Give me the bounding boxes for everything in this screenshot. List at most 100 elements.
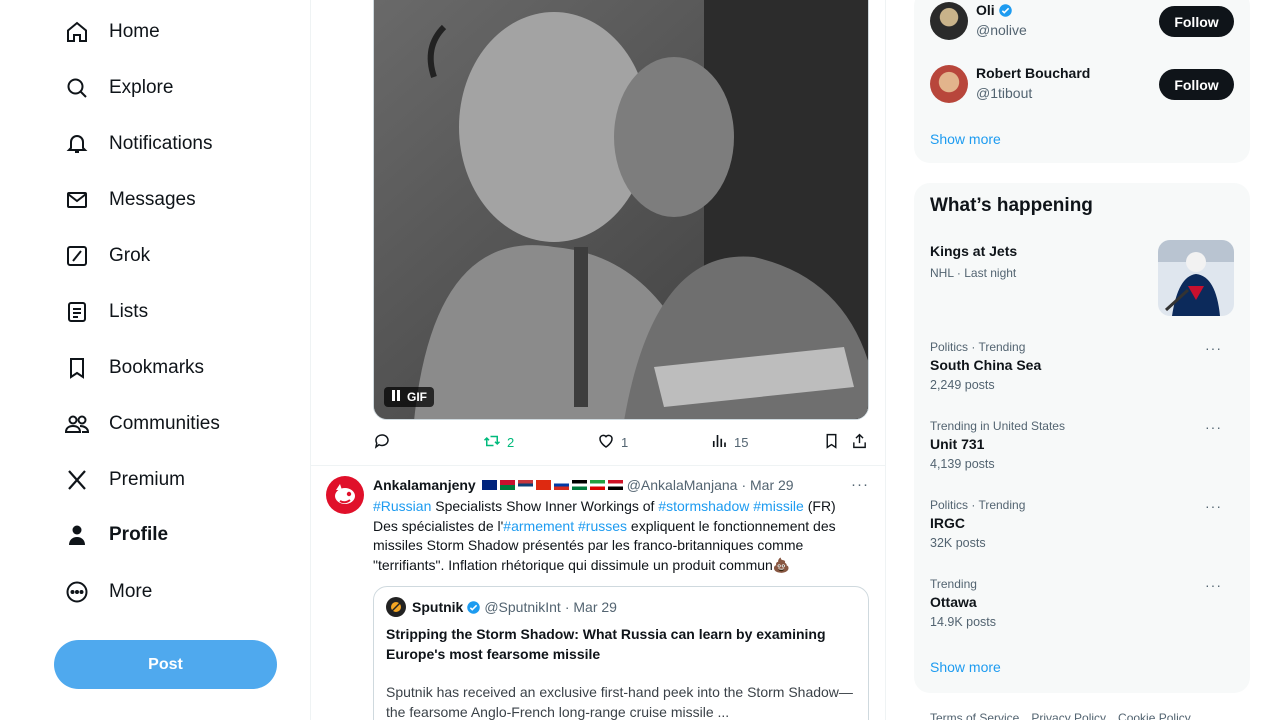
nav-lists[interactable]: Lists	[64, 290, 148, 334]
hashtag-link[interactable]: #Russian	[373, 498, 431, 514]
nav-premium[interactable]: Premium	[64, 458, 185, 502]
post-date[interactable]: · Mar 29	[741, 477, 793, 493]
trend-title: South China Sea	[930, 357, 1042, 373]
trend-count: 4,139 posts	[930, 457, 995, 471]
hashtag-link[interactable]: #russes	[578, 518, 627, 534]
flag-icons	[481, 480, 623, 490]
nav-explore[interactable]: Explore	[64, 66, 173, 110]
bird-logo-icon	[335, 484, 355, 504]
people-icon	[64, 411, 90, 437]
follow-button[interactable]: Follow	[1159, 69, 1234, 100]
nav-communities-label: Communities	[109, 413, 220, 434]
views-button[interactable]: 15	[710, 432, 748, 453]
share-button[interactable]	[851, 432, 868, 453]
nav-profile[interactable]: Profile	[64, 513, 168, 557]
trend-count: 2,249 posts	[930, 378, 995, 392]
pause-icon	[391, 390, 401, 404]
user-name[interactable]: Oli	[976, 2, 995, 18]
quoted-tweet[interactable]: Sputnik @SputnikInt · Mar 29 Stripping t…	[373, 586, 869, 720]
nav-lists-label: Lists	[109, 301, 149, 322]
user-handle[interactable]: @nolive	[976, 22, 1027, 38]
suggested-user[interactable]: Robert Bouchard @1tibout Follow	[930, 65, 1234, 111]
post-button[interactable]: Post	[54, 640, 277, 689]
like-button[interactable]: 1	[597, 432, 628, 453]
nav-premium-label: Premium	[109, 469, 186, 490]
tweet-text: #Russian Specialists Show Inner Workings…	[373, 497, 873, 575]
more-options-icon[interactable]: ···	[1205, 340, 1222, 356]
footer-link[interactable]: Privacy Policy	[1031, 711, 1106, 720]
reply-button[interactable]	[373, 432, 397, 453]
trend-item[interactable]: Politics · Trending IRGC 32K posts ···	[930, 498, 1234, 550]
nav-communities[interactable]: Communities	[64, 402, 220, 446]
nav-explore-label: Explore	[109, 77, 174, 98]
sputnik-logo-icon	[391, 602, 401, 612]
left-navigation: Home Explore Notifications Messages Grok…	[0, 0, 311, 720]
avatar[interactable]	[930, 2, 968, 40]
show-more-link[interactable]: Show more	[930, 131, 1001, 147]
hashtag-link[interactable]: #armement	[503, 518, 574, 534]
trend-context: Trending in United States	[930, 419, 1065, 433]
avatar[interactable]	[930, 65, 968, 103]
follow-button[interactable]: Follow	[1159, 6, 1234, 37]
author-name[interactable]: Ankalamanjeny	[373, 477, 476, 493]
show-more-link[interactable]: Show more	[930, 659, 1001, 675]
quote-title: Stripping the Storm Shadow: What Russia …	[386, 626, 826, 662]
hashtag-link[interactable]: #stormshadow	[658, 498, 749, 514]
post-actions: 2 1 15	[373, 432, 869, 454]
views-count: 15	[734, 435, 749, 450]
nav-profile-label: Profile	[109, 524, 169, 545]
views-icon	[710, 432, 728, 453]
user-name[interactable]: Robert Bouchard	[976, 65, 1090, 81]
person-icon	[64, 522, 90, 548]
author-handle[interactable]: @AnkalaManjana	[627, 477, 738, 493]
nav-more[interactable]: More	[64, 570, 152, 614]
repost-icon	[483, 432, 501, 453]
footer-link[interactable]: Cookie Policy	[1118, 711, 1191, 720]
quote-author-name[interactable]: Sputnik	[412, 599, 463, 615]
trend-count: 14.9K posts	[930, 615, 997, 629]
nav-home[interactable]: Home	[64, 10, 160, 54]
more-circle-icon	[64, 579, 90, 605]
text-run: Specialists Show Inner Workings of	[431, 498, 659, 514]
flag-icon	[607, 480, 623, 490]
trend-item[interactable]: Trending Ottawa 14.9K posts ···	[930, 577, 1234, 629]
trend-item[interactable]: Politics · Trending South China Sea 2,24…	[930, 340, 1234, 392]
suggested-user[interactable]: Oli @nolive Follow	[930, 2, 1234, 48]
gif-media[interactable]: GIF	[373, 0, 869, 420]
bookmark-icon	[64, 355, 90, 381]
grok-icon	[64, 243, 90, 269]
who-to-follow: Oli @nolive Follow Robert Bouchard @1tib…	[914, 0, 1250, 163]
more-options-icon[interactable]: ···	[1205, 498, 1222, 514]
like-count: 1	[621, 435, 629, 450]
hashtag-link[interactable]: #missile	[753, 498, 804, 514]
repost-button[interactable]: 2	[483, 432, 514, 453]
repost-count: 2	[507, 435, 515, 450]
nav-messages[interactable]: Messages	[64, 178, 196, 222]
flag-icon	[589, 480, 605, 490]
tweet[interactable]: Ankalamanjeny @AnkalaManjana · Mar 29 ··…	[311, 466, 885, 720]
bookmark-button[interactable]	[823, 432, 840, 453]
avatar[interactable]	[326, 476, 364, 514]
text-run: Des spécialistes de l'	[373, 517, 504, 534]
more-options-icon[interactable]: ···	[1205, 419, 1222, 435]
quote-author-handle[interactable]: @SputnikInt	[484, 599, 560, 615]
bookmark-icon	[823, 432, 840, 453]
flag-icon	[535, 480, 551, 490]
nav-notifications[interactable]: Notifications	[64, 122, 213, 166]
nav-grok[interactable]: Grok	[64, 234, 150, 278]
gif-image	[374, 0, 868, 419]
timeline: GIF 2 1 15 Ankalamanjeny @AnkalaManjana …	[311, 0, 886, 720]
user-handle[interactable]: @1tibout	[976, 85, 1032, 101]
nav-messages-label: Messages	[109, 189, 196, 210]
more-options-icon[interactable]: ···	[851, 476, 869, 493]
trend-title: IRGC	[930, 515, 965, 531]
gif-badge[interactable]: GIF	[384, 387, 434, 407]
quote-avatar[interactable]	[386, 597, 406, 617]
footer-link[interactable]: Terms of Service	[930, 711, 1019, 720]
quote-date[interactable]: · Mar 29	[565, 599, 617, 615]
trend-item[interactable]: Trending in United States Unit 731 4,139…	[930, 419, 1234, 471]
more-options-icon[interactable]: ···	[1205, 577, 1222, 593]
nav-bookmarks[interactable]: Bookmarks	[64, 346, 204, 390]
trend-image[interactable]	[1158, 240, 1234, 316]
reply-icon	[373, 432, 391, 453]
